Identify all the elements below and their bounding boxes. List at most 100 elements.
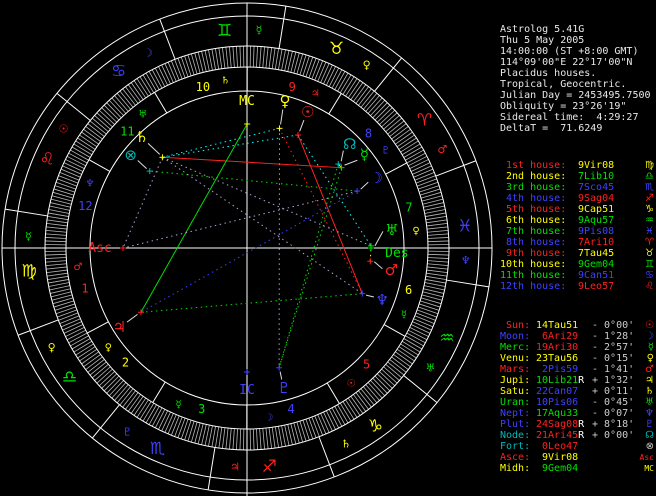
planet-row: Plut: 24Sag08R + 8°18' ♇	[500, 419, 654, 430]
house-row: 4th house: 9Sag04 ♐	[500, 193, 654, 204]
planet-label: Asce:	[500, 452, 531, 463]
house-cusp-value: 9Cap51	[578, 204, 615, 215]
planet-velocity: - 0°45'	[592, 397, 635, 408]
house-number: 3	[198, 402, 205, 416]
planet-icon: ⊗	[645, 441, 654, 452]
header-line: Julian Day = 2453495.7500	[500, 90, 651, 101]
planet-label: Mars:	[500, 364, 531, 375]
planet-velocity: + 8°18'	[592, 419, 635, 430]
planet-label: Satu:	[500, 386, 531, 397]
ic-label: IC	[239, 383, 255, 398]
zodiac-sign-icon: ♒	[645, 215, 654, 226]
header-line: Thu 5 May 2005	[500, 35, 585, 46]
zodiac-sign-icon: ♉	[645, 248, 654, 259]
header-line: Astrolog 5.41G	[500, 24, 585, 35]
zodiac-sign-icon: ♏	[645, 182, 654, 193]
house-number: 11	[120, 125, 134, 139]
planet-label: Moon:	[500, 331, 531, 342]
house-cusp-value: 9Aqu57	[578, 215, 615, 226]
sign-ruler-icon: ♀	[363, 59, 371, 72]
sign-aquarius-icon: ♒	[439, 329, 454, 349]
house-label: 1st house:	[500, 160, 567, 171]
header-line: 14:00:00 (ST +8:00 GMT)	[500, 46, 639, 57]
zodiac-sign-icon: ♓	[645, 226, 654, 237]
planet-moon-icon: ☽	[369, 169, 382, 187]
house-cusp-list: 1st house: 9Vir08 ♍ 2nd house: 7Lib10 ♎ 3rd …	[500, 160, 654, 292]
planet-velocity: - 1°28'	[592, 331, 635, 342]
sign-scorpio-icon: ♏	[150, 439, 165, 459]
zodiac-sign-icon: ♑	[645, 204, 654, 215]
house-ruler-icon: ♂	[73, 262, 82, 273]
planet-sun-icon: ☉	[301, 103, 314, 121]
house-ruler-icon: ♃	[311, 88, 320, 99]
zodiac-sign-icon: ♈	[645, 237, 654, 248]
planet-velocity: + 0°00'	[592, 430, 635, 441]
planet-icon: ♃	[645, 375, 654, 386]
house-row: 10th house: 9Gem04 ♊	[500, 259, 654, 270]
house-label: 8th house:	[500, 237, 567, 248]
zodiac-sign-icon: ♊	[645, 259, 654, 270]
planet-position: 22Can07	[536, 386, 579, 397]
header-line: 114°09'00"E 22°17'00"N	[500, 57, 633, 68]
planet-label: Venu:	[500, 353, 531, 364]
chart-header-block: Astrolog 5.41G Thu 5 May 2005 14:00:00 (ST…	[500, 24, 654, 134]
house-row: 7th house: 9Pis08 ♓	[500, 226, 654, 237]
zodiac-sign-icon: ♎	[645, 171, 654, 182]
planet-row: Asce: 9Vir08 Asc	[500, 452, 654, 463]
planet-label: Merc:	[500, 342, 531, 353]
planet-icon: MC	[644, 464, 654, 473]
house-ruler-icon: ♀	[105, 342, 112, 353]
house-label: 3rd house:	[500, 182, 567, 193]
planet-position: 24Sag08R	[536, 419, 585, 430]
house-cusp-value: 9Sag04	[578, 193, 615, 204]
sign-ruler-icon: ☽	[143, 47, 153, 60]
sign-leo-icon: ♌	[40, 149, 55, 169]
planet-position: 19Ari30	[536, 342, 579, 353]
planet-row: Mars: 2Pis59 - 1°41' ♂	[500, 364, 654, 375]
zodiac-sign-icon: ♌	[645, 281, 654, 292]
planet-velocity: - 1°41'	[592, 364, 635, 375]
asc-label: Asc	[88, 241, 111, 256]
planet-icon: ☉	[645, 320, 654, 331]
header-line: Obliquity = 23°26'19"	[500, 101, 627, 112]
angle-axes	[2, 3, 492, 496]
mc-label: MC	[239, 94, 255, 109]
house-cusp-value: 7Sco45	[578, 182, 615, 193]
planet-position: 14Tau51	[536, 320, 579, 331]
header-line: Placidus houses.	[500, 68, 597, 79]
planet-position: 17Aqu33	[536, 408, 579, 419]
planet-row: Venu: 23Tau56 - 0°15' ♀	[500, 353, 654, 364]
sign-ruler-icon: ☿	[256, 23, 263, 36]
planet-icon: ☽	[645, 331, 654, 342]
planet-row: Sun: 14Tau51 - 0°00' ☉	[500, 320, 654, 331]
planet-nept-icon: ♆	[376, 291, 389, 309]
planet-mars-icon: ♂	[385, 261, 398, 279]
planet-glyphs: ☉ ☽☿ ♀ ♂ ♃ ♄ ♅ ♆ ♇ ☊ ⊗	[113, 92, 399, 397]
planet-row: Midh: 9Gem04 MC	[500, 463, 654, 474]
house-ruler-icon: ♄	[221, 75, 230, 86]
planet-icon: ♇	[645, 419, 654, 430]
sign-ruler-icon: ☉	[59, 122, 69, 135]
planet-icon: ♆	[645, 408, 654, 419]
planet-velocity: + 0°11'	[592, 386, 635, 397]
planet-node-icon: ☊	[343, 135, 356, 153]
planet-venu-icon: ♀	[280, 92, 291, 110]
planet-merc-icon: ☿	[360, 146, 369, 164]
planet-plut-icon: ♇	[277, 379, 290, 397]
planet-row: Merc: 19Ari30 - 2°57' ☿	[500, 342, 654, 353]
planet-label: Midh:	[500, 463, 531, 474]
house-ruler-icon: ☿	[401, 309, 407, 320]
planet-icon: ♂	[645, 364, 654, 375]
house-number: 1	[81, 281, 88, 295]
planet-label: Nept:	[500, 408, 531, 419]
house-label: 5th house:	[500, 204, 567, 215]
house-cusp-value: 9Can51	[578, 270, 615, 281]
sign-libra-icon: ♎	[62, 367, 77, 387]
header-line: DeltaT = 71.6249	[500, 123, 603, 134]
planet-position: 6Ari29	[536, 331, 579, 342]
house-label: 11th house:	[500, 270, 567, 281]
house-row: 12th house: 9Leo57 ♌	[500, 281, 654, 292]
sign-taurus-icon: ♉	[329, 39, 344, 59]
planet-icon: ♅	[645, 397, 654, 408]
zodiac-sign-icon: ♋	[645, 270, 654, 281]
